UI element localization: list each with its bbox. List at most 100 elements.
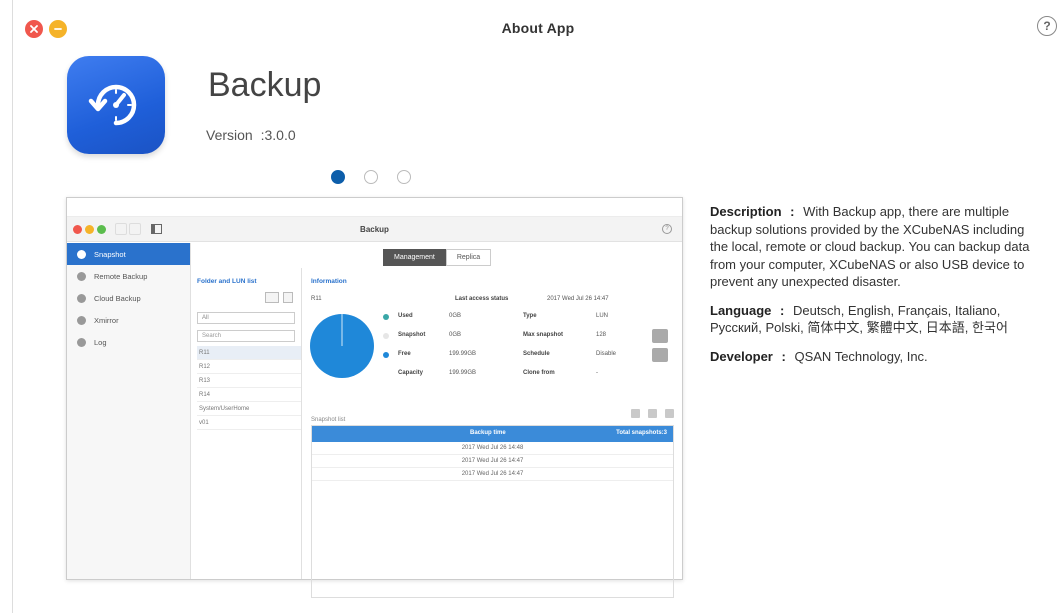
lun-list: R11 R12 R13 R14 System/UserHome v01 (197, 346, 301, 430)
app-details: Description : With Backup app, there are… (710, 203, 1032, 376)
legend-dot (383, 352, 389, 358)
snapshot-add-icon (265, 292, 279, 303)
snapshot-rows: 2017 Wed Jul 26 14:48 2017 Wed Jul 26 14:… (312, 442, 673, 481)
info-row-value: 199.99GB (449, 351, 477, 357)
version-value: 3.0.0 (264, 127, 296, 143)
preview-sidebar-item: Remote Backup (67, 265, 190, 287)
title-bar: About App ? (13, 0, 1063, 56)
capacity-pie-chart (310, 314, 374, 378)
col-backup-time: Backup time (470, 430, 506, 436)
legend-dot (383, 333, 389, 339)
description-paragraph: Description : With Backup app, there are… (710, 203, 1032, 291)
info-row-label: Snapshot (398, 332, 426, 338)
sidebar-item-icon (77, 293, 86, 303)
lun-panel-header: Folder and LUN list (197, 278, 257, 285)
info-row-label: Free (398, 351, 411, 357)
preview-sidebar-label: Cloud Backup (94, 293, 141, 303)
lun-list-item: R11 (197, 346, 301, 360)
pager-dot[interactable] (331, 170, 345, 184)
developer-separator: : (781, 348, 786, 364)
screenshot-pager (331, 170, 411, 184)
info-row-key: Type (523, 313, 537, 319)
about-app-window: About App ? Backup Version :3.0.0 Backup (12, 0, 1063, 613)
window-title: About App (501, 20, 575, 36)
last-access-value: 2017 Wed Jul 26 14:47 (547, 296, 609, 302)
help-icon: ? (1043, 19, 1051, 33)
delete-icon (283, 292, 293, 303)
snapshot-table: Backup time Total snapshots:3 2017 Wed J… (311, 425, 674, 598)
snapshot-row: 2017 Wed Jul 26 14:48 (312, 442, 673, 455)
col-total-snapshots: Total snapshots:3 (616, 430, 667, 436)
preview-lun-panel: Folder and LUN list All Search R11 R12 R13… (191, 268, 302, 579)
info-row-key-value: Disable (596, 351, 617, 357)
info-header: Information (311, 278, 347, 285)
sidebar-item-icon (77, 271, 86, 281)
snapshot-table-header: Backup time Total snapshots:3 (312, 426, 673, 442)
preview-sidebar-item: Snapshot (67, 243, 190, 265)
backup-app-icon (67, 56, 165, 154)
info-row-value: 199.99GB (449, 370, 477, 376)
preview-sidebar: Snapshot Remote Backup Cloud Backup Xmirror… (67, 243, 191, 579)
sidebar-item-icon (77, 315, 86, 325)
info-row-key-value: 128 (596, 332, 607, 338)
rollback-icon (648, 409, 657, 418)
preview-help-icon: ? (662, 224, 672, 234)
info-row-value: 0GB (449, 313, 462, 319)
language-separator: : (780, 302, 785, 318)
info-row-key: Clone from (523, 370, 555, 376)
lun-filter-select: All (197, 312, 295, 324)
snapshot-list-label: Snapshot list (311, 417, 346, 423)
preview-sidebar-label: Remote Backup (94, 271, 148, 281)
lun-toolbar (265, 292, 293, 303)
backup-restore-icon (88, 84, 137, 126)
info-lun-name: R11 (311, 296, 322, 302)
version-label: Version (206, 127, 253, 143)
snapshot-row: 2017 Wed Jul 26 14:47 (312, 468, 673, 481)
preview-tabs: Management Replica (383, 249, 492, 266)
screenshot-preview: Backup ? Snapshot Remote Backup Cloud Back… (66, 197, 683, 598)
preview-sidebar-item: Xmirror (67, 309, 190, 331)
app-name: Backup (208, 66, 322, 104)
preview-sidebar-label: Xmirror (94, 315, 119, 325)
lun-list-item: R13 (197, 374, 301, 388)
lun-search-input: Search (197, 330, 295, 342)
preview-tab: Management (383, 249, 446, 266)
lun-list-item: R12 (197, 360, 301, 374)
preview-sidebar-item: Log (67, 331, 190, 353)
description-separator: : (790, 204, 795, 219)
lun-list-item: R14 (197, 388, 301, 402)
description-label: Description (710, 204, 782, 219)
help-button[interactable]: ? (1037, 16, 1057, 36)
pager-dot[interactable] (364, 170, 378, 184)
language-label: Language (710, 302, 772, 318)
developer-label: Developer (710, 348, 773, 364)
preview-sidebar-item: Cloud Backup (67, 287, 190, 309)
info-row-key: Schedule (523, 351, 550, 357)
snapshot-row: 2017 Wed Jul 26 14:47 (312, 455, 673, 468)
edit-icon (652, 329, 668, 343)
pager-dot[interactable] (397, 170, 411, 184)
developer-text: QSAN Technology, Inc. (794, 348, 928, 364)
sidebar-item-icon (77, 249, 86, 259)
preview-title-bar: Backup ? (67, 216, 682, 242)
info-row-key: Max snapshot (523, 332, 564, 338)
trash-icon (665, 409, 674, 418)
lun-list-item: System/UserHome (197, 402, 301, 416)
info-row-label: Used (398, 313, 413, 319)
preview-info-panel: Information R11 Last access status 2017 … (303, 268, 682, 598)
lun-list-item: v01 (197, 416, 301, 430)
preview-tab: Replica (445, 249, 492, 266)
developer-paragraph: Developer : QSAN Technology, Inc. (710, 348, 1032, 366)
preview-sidebar-label: Snapshot (94, 249, 126, 259)
app-version: Version :3.0.0 (206, 127, 296, 143)
language-paragraph: Language : Deutsch, English, Français, I… (710, 302, 1032, 337)
edit-icon (652, 348, 668, 362)
snapshot-toolbar (631, 409, 674, 418)
legend-dot (383, 314, 389, 320)
info-row-label: Capacity (398, 370, 424, 376)
info-row-value: 0GB (449, 332, 462, 338)
preview-title: Backup (360, 225, 389, 234)
clone-icon (631, 409, 640, 418)
last-access-label: Last access status (455, 296, 509, 302)
preview-sidebar-label: Log (94, 337, 107, 347)
